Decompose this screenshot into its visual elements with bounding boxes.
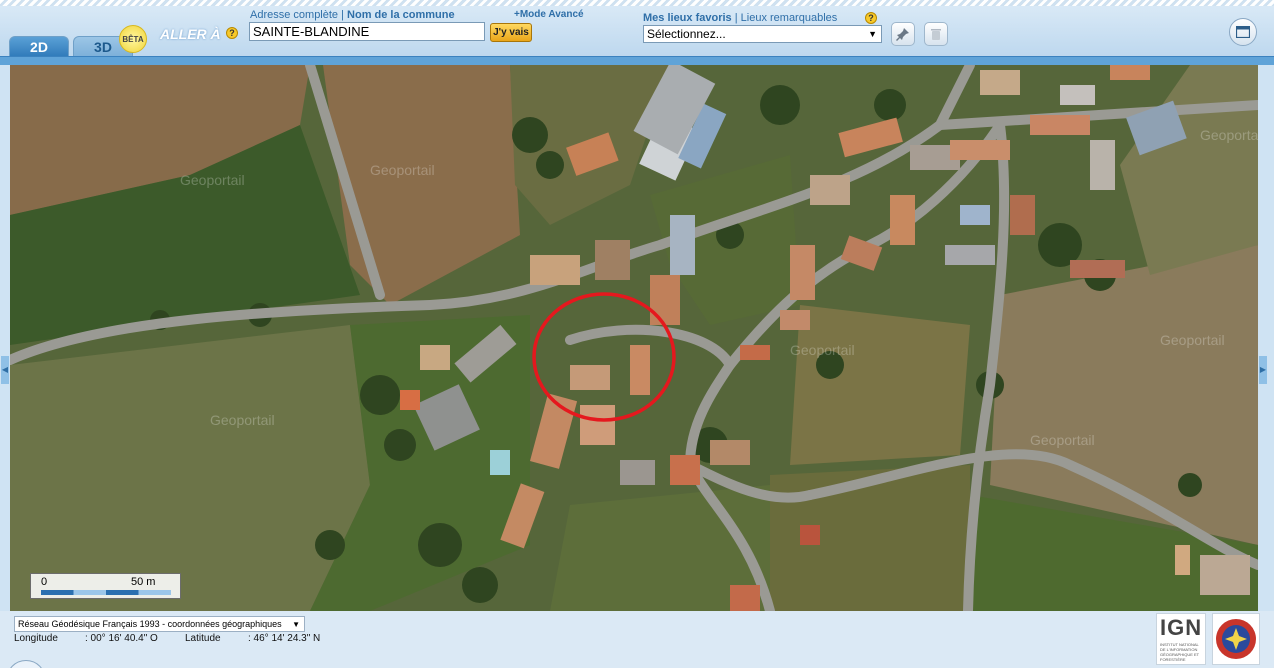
left-panel-handle[interactable]: ◀ xyxy=(1,356,9,384)
beta-badge: BÊTA xyxy=(119,25,147,53)
place-search-input[interactable] xyxy=(249,22,485,41)
help-icon[interactable]: ? xyxy=(226,27,238,39)
chevron-right-icon: ▶ xyxy=(1259,365,1267,374)
favorites-links: Mes lieux favoris | Lieux remarquables xyxy=(643,12,837,24)
favorites-select[interactable]: Sélectionnez... ▼ xyxy=(643,25,882,43)
geoportail-emblem-logo[interactable] xyxy=(1212,613,1260,665)
full-address-link[interactable]: Adresse complète xyxy=(250,9,338,21)
map-watermark-text: Geoportail xyxy=(370,162,435,178)
help-icon[interactable]: ? xyxy=(865,12,877,24)
scale-line xyxy=(41,590,171,595)
map-watermark-text: Geoportail xyxy=(1030,432,1095,448)
chevron-down-icon: ▼ xyxy=(868,29,877,39)
right-panel-handle[interactable]: ▶ xyxy=(1259,356,1267,384)
map-watermark-text: Geoportail xyxy=(210,412,275,428)
link-separator: | xyxy=(731,12,741,24)
map-watermark-text: Geoportail xyxy=(180,172,245,188)
map-watermark-text: Geoportail xyxy=(790,342,855,358)
map-watermark-text: Geoportail xyxy=(1200,127,1258,143)
latitude-label: Latitude xyxy=(185,633,221,644)
map-view[interactable]: Geoportail Geoportail Geoportail Geoport… xyxy=(10,65,1258,611)
field xyxy=(790,305,970,465)
trash-icon xyxy=(931,29,941,40)
favorites-select-value: Sélectionnez... xyxy=(647,27,726,41)
longitude-value: : 00° 16' 40.4" O xyxy=(85,633,158,644)
latitude-value: : 46° 14' 24.3" N xyxy=(248,633,321,644)
toolbar-decoration xyxy=(0,0,1274,6)
delete-button[interactable] xyxy=(924,22,948,46)
pin-icon xyxy=(896,28,909,41)
chevron-down-icon: ▼ xyxy=(292,620,300,629)
emblem-icon xyxy=(1216,619,1256,659)
goto-label: ALLER À xyxy=(160,26,221,42)
tab-strip xyxy=(0,56,1274,65)
tab-2d[interactable]: 2D xyxy=(9,36,69,58)
scale-distance-label: 50 m xyxy=(131,576,156,588)
link-separator: | xyxy=(338,9,348,21)
remarkable-places-link[interactable]: Lieux remarquables xyxy=(741,12,838,24)
go-button[interactable]: J'y vais xyxy=(490,23,532,42)
advanced-mode-link[interactable]: +Mode Avancé xyxy=(514,9,584,20)
ign-logo[interactable]: IGN INSTITUT NATIONAL DE L'INFORMATION G… xyxy=(1156,613,1206,665)
top-toolbar: 2D 3D BÊTA ALLER À ? Adresse complète | … xyxy=(0,0,1274,65)
window-icon xyxy=(1235,25,1251,39)
ign-logo-subtitle: INSTITUT NATIONAL DE L'INFORMATION GÉOGR… xyxy=(1160,642,1200,662)
coordinate-system-value: Réseau Géodésique Français 1993 - coordo… xyxy=(18,619,282,629)
window-toggle-button[interactable] xyxy=(1229,18,1257,46)
status-bar: Réseau Géodésique Français 1993 - coordo… xyxy=(0,611,1274,668)
pin-button[interactable] xyxy=(891,22,915,46)
map-watermark-text: Geoportail xyxy=(1160,332,1225,348)
coordinate-system-select[interactable]: Réseau Géodésique Français 1993 - coordo… xyxy=(14,616,305,632)
ign-logo-text: IGN xyxy=(1160,615,1203,640)
aerial-map: Geoportail Geoportail Geoportail Geoport… xyxy=(10,65,1258,611)
scale-bar: 0 50 m xyxy=(30,573,181,599)
favorites-link[interactable]: Mes lieux favoris xyxy=(643,12,732,24)
chevron-left-icon: ◀ xyxy=(1,365,9,374)
address-mode-links: Adresse complète | Nom de la commune xyxy=(250,9,455,21)
longitude-label: Longitude xyxy=(14,633,58,644)
scale-zero-label: 0 xyxy=(41,576,48,588)
commune-name-link[interactable]: Nom de la commune xyxy=(347,9,455,21)
field xyxy=(10,325,370,611)
